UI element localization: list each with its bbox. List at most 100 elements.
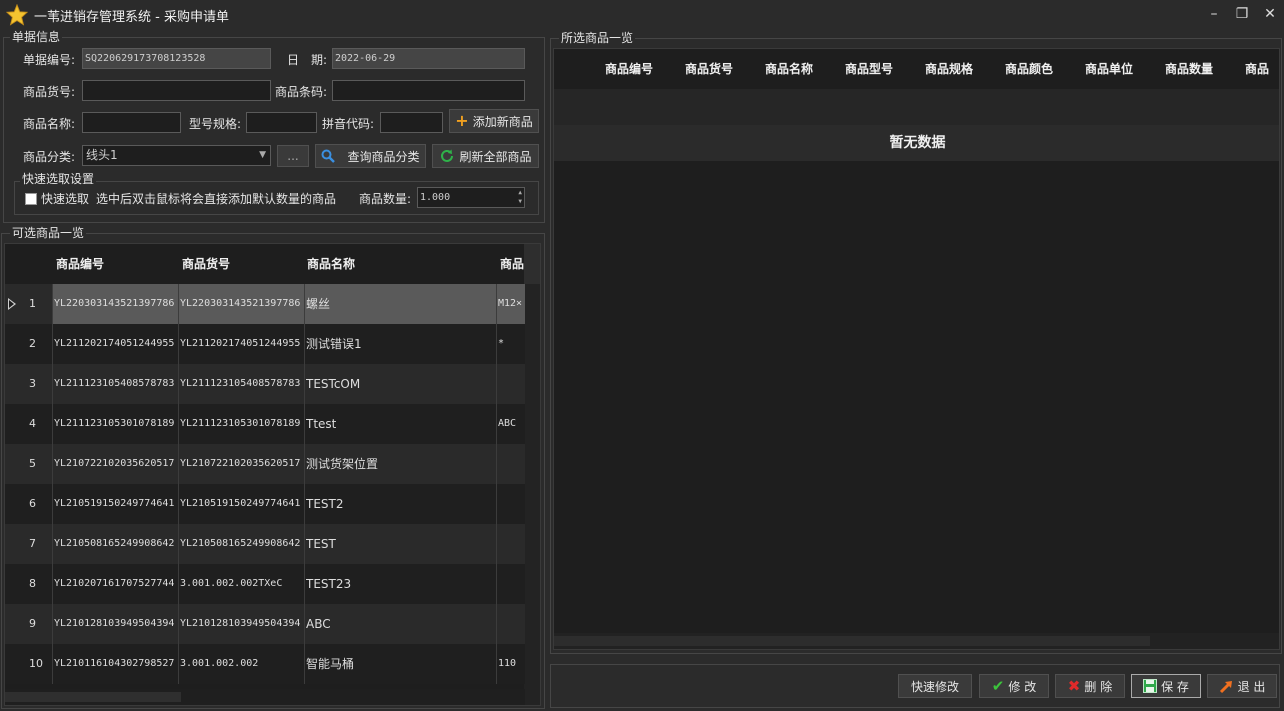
- exit-button[interactable]: 退 出: [1207, 674, 1277, 698]
- column-header-spec[interactable]: 商品: [500, 244, 525, 284]
- cell-name: TESTcOM: [306, 377, 361, 391]
- row-index: 8: [29, 577, 36, 590]
- qty-spinner[interactable]: 1.000 ▲ ▼: [417, 187, 525, 208]
- selected-column-header[interactable]: 商品编号: [605, 49, 653, 89]
- cell-code: YL210519150249774641: [54, 498, 175, 509]
- cell-spec: 110: [498, 658, 517, 669]
- horizontal-scrollbar-thumb[interactable]: [5, 692, 181, 702]
- save-label: 保 存: [1161, 679, 1189, 694]
- row-index: 10: [29, 657, 43, 670]
- table-row[interactable]: 3 YL211123105408578783 YL21112310540857878…: [5, 364, 525, 404]
- selected-goods-group-label: 所选商品一览: [559, 31, 636, 45]
- table-row[interactable]: 9 YL210128103949504394 YL21012810394950439…: [5, 604, 525, 644]
- table-row[interactable]: 2 YL211202174051244955 YL21120217405124495…: [5, 324, 525, 364]
- table-row[interactable]: 5 YL210722102035620517 YL21072210203562051…: [5, 444, 525, 484]
- table-row[interactable]: 8 YL210207161707527744 3.001.002.002TXeC TE…: [5, 564, 525, 604]
- category-select[interactable]: 线头1 ▼: [82, 145, 271, 166]
- add-goods-button[interactable]: + 添加新商品: [449, 109, 539, 133]
- cell-spec: [498, 524, 525, 564]
- row-index: 9: [29, 617, 36, 630]
- delete-button[interactable]: ✖ 删 除: [1055, 674, 1125, 698]
- save-button[interactable]: 保 存: [1131, 674, 1201, 698]
- column-divider: [496, 524, 497, 564]
- window-controls: – ❐ ✕: [1200, 0, 1284, 28]
- selected-column-header[interactable]: 商品规格: [925, 49, 973, 89]
- minimize-button[interactable]: –: [1200, 0, 1228, 28]
- selected-grid-horizontal-scrollbar[interactable]: [554, 633, 1279, 649]
- model-input[interactable]: [246, 112, 317, 133]
- date-field[interactable]: 2022-06-29: [332, 48, 525, 69]
- column-divider: [52, 564, 53, 604]
- selected-column-header[interactable]: 商品数量: [1165, 49, 1213, 89]
- refresh-goods-label: 刷新全部商品: [459, 149, 532, 164]
- cell-name: TEST: [306, 537, 336, 551]
- table-row[interactable]: 10 YL210116104302798527 3.001.002.002 智能马桶 1…: [5, 644, 525, 684]
- column-divider: [496, 444, 497, 484]
- quick-pick-hint: 选中后双击鼠标将会直接添加默认数量的商品: [96, 192, 337, 206]
- delete-label: 删 除: [1084, 679, 1113, 694]
- column-divider: [304, 284, 305, 324]
- selected-grid-scrollbar-thumb[interactable]: [554, 636, 1150, 646]
- selected-column-header[interactable]: 商品名称: [765, 49, 813, 89]
- column-header-name[interactable]: 商品名称: [307, 244, 355, 284]
- cell-code: YL220303143521397786: [54, 298, 175, 309]
- star-app-icon: [6, 4, 28, 26]
- available-goods-group-label: 可选商品一览: [10, 226, 87, 240]
- barcode-input[interactable]: [332, 80, 525, 101]
- goods-code-input[interactable]: [82, 80, 271, 101]
- check-icon: ✔: [991, 677, 1005, 695]
- pinyin-input[interactable]: [380, 112, 443, 133]
- category-selected-value: 线头1: [86, 148, 118, 162]
- edit-button[interactable]: ✔ 修 改: [979, 674, 1049, 698]
- query-category-label: 查询商品分类: [347, 149, 420, 164]
- quick-edit-button[interactable]: 快速修改: [898, 674, 972, 698]
- selected-column-header[interactable]: 商品货号: [685, 49, 733, 89]
- spin-down-icon[interactable]: ▼: [518, 192, 522, 207]
- column-header-sku[interactable]: 商品货号: [182, 244, 230, 284]
- window-title: 一苇进销存管理系统 - 采购申请单: [34, 9, 229, 25]
- maximize-button[interactable]: ❐: [1228, 0, 1256, 28]
- table-row[interactable]: 6 YL210519150249774641 YL21051915024977464…: [5, 484, 525, 524]
- table-row[interactable]: 1 YL220303143521397786 YL22030314352139778…: [5, 284, 525, 324]
- doc-no-field[interactable]: SQ220629173708123528: [82, 48, 271, 69]
- cell-spec: [498, 444, 525, 484]
- qty-value: 1.000: [420, 192, 451, 203]
- column-header-code[interactable]: 商品编号: [56, 244, 104, 284]
- add-goods-label: 添加新商品: [472, 114, 533, 129]
- close-button[interactable]: ✕: [1256, 0, 1284, 28]
- vertical-scrollbar[interactable]: [524, 284, 540, 705]
- goods-name-input[interactable]: [82, 112, 181, 133]
- column-divider: [496, 324, 497, 364]
- table-row[interactable]: 4 YL211123105301078189 YL21112310530107818…: [5, 404, 525, 444]
- column-divider: [52, 404, 53, 444]
- exit-arrow-icon: [1219, 680, 1232, 693]
- edit-label: 修 改: [1008, 679, 1037, 694]
- row-indicator-icon: [8, 298, 16, 310]
- selected-column-header[interactable]: 商品: [1245, 49, 1269, 89]
- quick-pick-checkbox[interactable]: [25, 193, 37, 205]
- selected-goods-grid: 商品编号 商品货号 商品名称 商品型号 商品规格 商品颜色 商品单位 商品数量 商品 暂无数据: [553, 48, 1280, 650]
- chevron-down-icon[interactable]: ▼: [259, 146, 266, 165]
- floppy-disk-icon: [1143, 679, 1158, 693]
- cell-name: 螺丝: [306, 297, 331, 311]
- category-dots-button[interactable]: ...: [277, 145, 309, 167]
- column-divider: [52, 364, 53, 404]
- selected-column-header[interactable]: 商品颜色: [1005, 49, 1053, 89]
- cell-sku: YL210519150249774641: [180, 498, 301, 509]
- available-goods-grid: 商品编号 商品货号 商品名称 商品 1 YL220303143521397786 Y…: [4, 243, 541, 706]
- horizontal-scrollbar[interactable]: [5, 689, 525, 705]
- column-divider: [178, 324, 179, 364]
- column-divider: [178, 564, 179, 604]
- cell-spec: [498, 364, 525, 404]
- selected-column-header[interactable]: 商品单位: [1085, 49, 1133, 89]
- refresh-goods-button[interactable]: 刷新全部商品: [432, 144, 539, 168]
- empty-data-text: 暂无数据: [889, 135, 946, 151]
- cell-spec: *: [498, 338, 505, 349]
- cell-name: TEST23: [306, 577, 352, 591]
- query-category-button[interactable]: 查询商品分类: [315, 144, 426, 168]
- exit-label: 退 出: [1237, 679, 1266, 694]
- selected-column-header[interactable]: 商品型号: [845, 49, 893, 89]
- table-row[interactable]: 7 YL210508165249908642 YL21050816524990864…: [5, 524, 525, 564]
- cell-spec: M12×: [498, 298, 523, 309]
- category-label: 商品分类:: [23, 150, 76, 164]
